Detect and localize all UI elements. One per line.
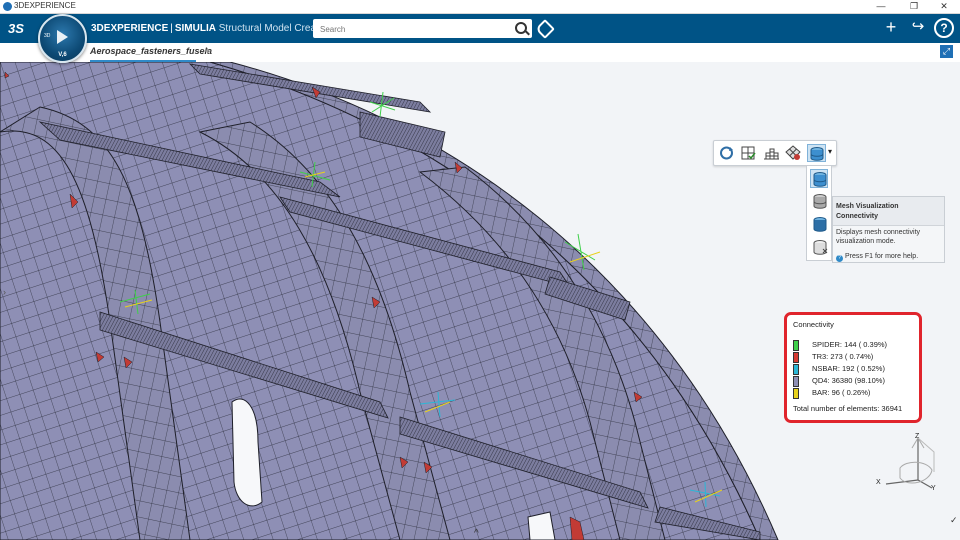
play-icon[interactable] xyxy=(57,30,68,44)
help-button[interactable]: ? xyxy=(934,18,954,38)
legend-label: SPIDER: 144 ( 0.39%) xyxy=(812,340,888,349)
mesh-visualization-toolbar: ▾ xyxy=(713,140,837,166)
ds-logo-icon[interactable]: 3S xyxy=(8,18,30,40)
search-box[interactable] xyxy=(313,19,532,38)
compass-widget[interactable]: 3D V,6 xyxy=(38,14,87,63)
visualization-mode-dropdown xyxy=(806,165,832,261)
window-title-bar: 3DEXPERIENCE — ❐ ✕ xyxy=(0,0,960,14)
connectivity-legend: Connectivity SPIDER: 144 ( 0.39%) TR3: 2… xyxy=(784,312,922,423)
compass-version: V,6 xyxy=(58,52,67,58)
legend-swatch xyxy=(793,352,799,363)
cutout-2 xyxy=(527,511,556,540)
legend-title: Connectivity xyxy=(793,320,834,329)
minimize-button[interactable]: — xyxy=(871,0,891,13)
orientation-triad[interactable]: Z X Y xyxy=(874,432,944,498)
axis-z-label: Z xyxy=(915,433,920,440)
mesh-quality-icon[interactable] xyxy=(784,144,803,162)
bottom-panel-arrow[interactable]: ^ xyxy=(474,528,479,539)
window-title: 3DEXPERIENCE xyxy=(14,1,76,10)
tag-icon[interactable] xyxy=(535,19,555,39)
toolbar-dropdown-arrow[interactable]: ▾ xyxy=(828,147,832,156)
mesh-wireframe-option-icon[interactable] xyxy=(811,238,829,257)
mesh-check-icon[interactable] xyxy=(739,144,758,162)
legend-swatch xyxy=(793,340,799,351)
share-button[interactable]: ↪ xyxy=(907,17,929,37)
tab-aerospace-fasteners[interactable]: Aerospace_fasteners_fusela xyxy=(90,46,212,56)
command-tooltip: Mesh Visualization Connectivity Displays… xyxy=(832,196,945,263)
search-input[interactable] xyxy=(318,21,512,38)
mesh-model[interactable] xyxy=(0,62,960,540)
axis-y-label: Y xyxy=(931,485,936,492)
add-button[interactable]: + xyxy=(880,17,902,37)
close-button[interactable]: ✕ xyxy=(934,0,954,13)
top-bar: 3S 3DEXPERIENCE | SIMULIA Structural Model… xyxy=(0,14,960,43)
legend-label: NSBAR: 192 ( 0.52%) xyxy=(812,364,885,373)
3d-viewport[interactable]: › xyxy=(0,62,960,540)
add-tab-button[interactable]: + xyxy=(204,44,211,58)
brand-3dexperience: 3DEXPERIENCE xyxy=(91,23,169,34)
legend-label: TR3: 273 ( 0.74%) xyxy=(812,352,874,361)
mesh-solid-option-icon[interactable] xyxy=(811,192,829,211)
compass-3d-label: 3D xyxy=(44,33,51,39)
legend-swatch xyxy=(793,364,799,375)
brand-separator: | xyxy=(170,23,173,34)
axis-x-label: X xyxy=(876,479,881,486)
search-icon[interactable] xyxy=(515,22,527,34)
brand-product: SIMULIA xyxy=(174,23,216,34)
refresh-mesh-icon[interactable] xyxy=(717,144,736,162)
mesh-quality-option-icon[interactable] xyxy=(811,215,829,234)
left-panel-arrow[interactable]: › xyxy=(3,287,6,297)
help-icon: ? xyxy=(836,255,843,262)
legend-label: BAR: 96 ( 0.26%) xyxy=(812,388,871,397)
legend-swatch xyxy=(793,376,799,387)
tooltip-help-text: Press F1 for more help. xyxy=(845,253,919,260)
app-logo-icon xyxy=(3,2,12,11)
tooltip-title: Mesh Visualization Connectivity xyxy=(836,203,899,220)
tooltip-header: Mesh Visualization Connectivity xyxy=(833,197,944,226)
legend-label: QD4: 36380 (98.10%) xyxy=(812,376,885,385)
legend-total: Total number of elements: 36941 xyxy=(793,404,903,413)
brand-title: 3DEXPERIENCE | SIMULIA Structural Model Cr… xyxy=(91,23,332,34)
legend-swatch xyxy=(793,388,799,399)
cursor-icon: ✓ xyxy=(950,515,958,525)
tooltip-help: ? Press F1 for more help. xyxy=(836,253,918,262)
mesh-connectivity-option-icon[interactable] xyxy=(810,169,828,188)
mesh-visualization-icon[interactable] xyxy=(807,144,826,162)
restore-button[interactable]: ❐ xyxy=(904,0,924,13)
tab-bar: Aerospace_fasteners_fusela + ⤢ xyxy=(0,43,960,63)
maximize-icon[interactable]: ⤢ xyxy=(940,45,953,58)
mesh-grid-icon[interactable] xyxy=(762,144,781,162)
tooltip-description: Displays mesh connectivity visualization… xyxy=(836,229,921,245)
